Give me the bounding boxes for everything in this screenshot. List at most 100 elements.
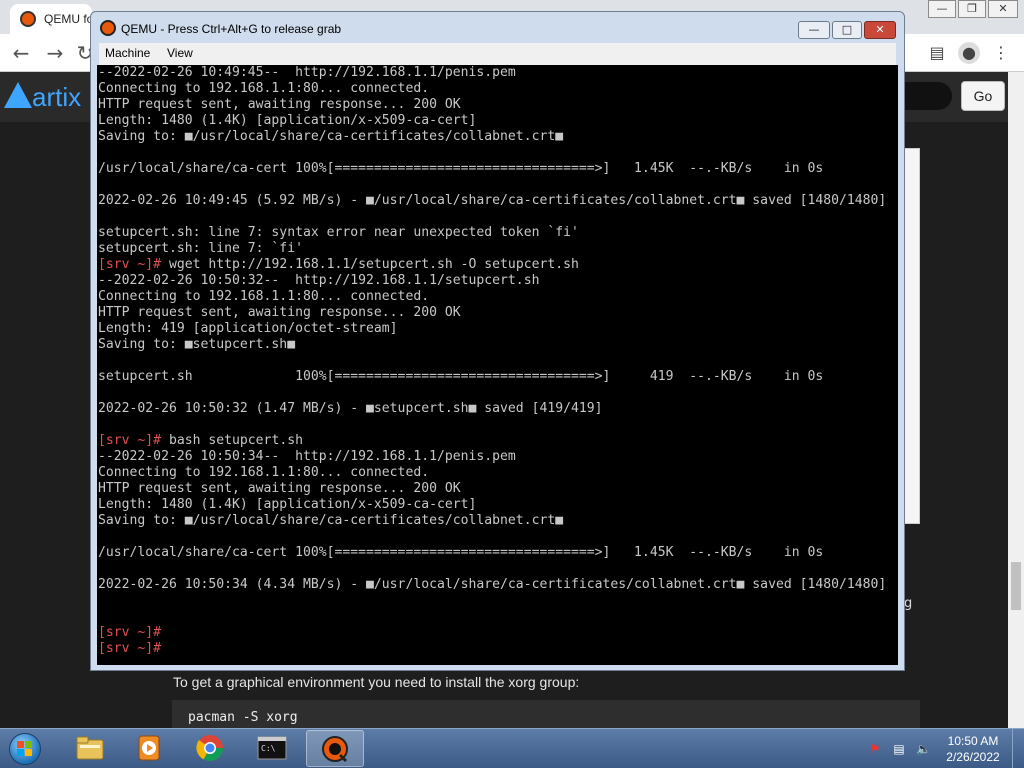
qemu-menubar: Machine View	[99, 43, 896, 65]
terminal-line: /usr/local/share/ca-cert 100%[==========…	[98, 161, 898, 177]
shell-prompt: [srv ~]#	[98, 641, 162, 656]
qemu-window: QEMU - Press Ctrl+Alt+G to release grab …	[90, 11, 905, 671]
terminal-line: --2022-02-26 10:49:45-- http://192.168.1…	[98, 65, 898, 81]
forward-arrow-icon[interactable]: →	[42, 40, 68, 66]
side-text: g	[904, 596, 913, 611]
taskbar-clock[interactable]: 10:50 AM 2/26/2022	[941, 733, 1005, 765]
terminal-line: [srv ~]# wget http://192.168.1.1/setupce…	[98, 257, 898, 273]
terminal-text: setupcert.sh: line 7: `fi'	[98, 241, 303, 256]
terminal-text: HTTP request sent, awaiting response... …	[98, 481, 461, 496]
terminal-text: setupcert.sh 100%[======================…	[98, 369, 824, 384]
taskbar: C:\ ⚑ ▤ 🔈 10:50 AM 2/26/2022	[0, 728, 1024, 768]
taskbar-explorer[interactable]	[62, 730, 120, 767]
go-button[interactable]: Go	[961, 81, 1005, 111]
kebab-menu-icon[interactable]: ⋮	[990, 42, 1012, 64]
qemu-icon	[322, 736, 348, 763]
site-logo[interactable]: artix	[32, 82, 81, 113]
vm-display[interactable]: --2022-02-26 10:49:45-- http://192.168.1…	[97, 65, 898, 665]
windows-flag-icon	[17, 741, 33, 757]
terminal-text: Length: 419 [application/octet-stream]	[98, 321, 398, 336]
terminal-text: Length: 1480 (1.4K) [application/x-x509-…	[98, 497, 477, 512]
terminal-line: Length: 419 [application/octet-stream]	[98, 321, 898, 337]
terminal-text: 2022-02-26 10:49:45 (5.92 MB/s) - ■/usr/…	[98, 193, 887, 208]
browser-close-button[interactable]: ✕	[988, 0, 1018, 18]
terminal-text: Connecting to 192.168.1.1:80... connecte…	[98, 289, 430, 304]
sidebar-toggle-icon[interactable]: ▤	[926, 42, 948, 64]
terminal-line: --2022-02-26 10:50:34-- http://192.168.1…	[98, 449, 898, 465]
shell-prompt: [srv ~]#	[98, 625, 162, 640]
terminal-line: 2022-02-26 10:50:34 (4.34 MB/s) - ■/usr/…	[98, 577, 898, 593]
artix-logo-icon[interactable]	[4, 82, 32, 108]
terminal-line: Saving to: ■/usr/local/share/ca-certific…	[98, 129, 898, 145]
terminal-line: Saving to: ■setupcert.sh■	[98, 337, 898, 353]
terminal-text: bash setupcert.sh	[161, 433, 303, 448]
command-prompt-icon: C:\	[257, 736, 287, 760]
shell-prompt: [srv ~]#	[98, 257, 162, 272]
taskbar-cmd[interactable]: C:\	[244, 730, 302, 767]
terminal-text: 2022-02-26 10:50:34 (4.34 MB/s) - ■/usr/…	[98, 577, 887, 592]
action-center-flag-icon[interactable]: ⚑	[868, 742, 882, 756]
browser-minimize-button[interactable]: —	[928, 0, 956, 18]
volume-icon[interactable]: 🔈	[916, 742, 931, 756]
browser-tab-title: QEMU fo	[44, 12, 92, 26]
terminal-text: 2022-02-26 10:50:32 (1.47 MB/s) - ■setup…	[98, 401, 603, 416]
site-search-input[interactable]	[904, 82, 952, 110]
terminal-line: /usr/local/share/ca-cert 100%[==========…	[98, 545, 898, 561]
browser-restore-button[interactable]: ❐	[958, 0, 986, 18]
side-panel	[904, 148, 920, 524]
show-desktop-button[interactable]	[1012, 729, 1024, 768]
taskbar-chrome[interactable]	[182, 730, 240, 767]
terminal-text: --2022-02-26 10:50:32-- http://192.168.1…	[98, 273, 540, 288]
chrome-icon	[196, 735, 224, 762]
terminal-text: /usr/local/share/ca-cert 100%[==========…	[98, 545, 824, 560]
terminal-text: HTTP request sent, awaiting response... …	[98, 305, 461, 320]
qemu-app-icon	[100, 20, 116, 36]
terminal-text: Length: 1480 (1.4K) [application/x-x509-…	[98, 113, 477, 128]
svg-text:C:\: C:\	[261, 744, 276, 753]
terminal-text: Saving to: ■/usr/local/share/ca-certific…	[98, 129, 564, 144]
menu-view[interactable]: View	[167, 46, 193, 60]
taskbar-qemu[interactable]	[306, 730, 364, 767]
media-player-icon	[138, 735, 160, 761]
terminal-line: Connecting to 192.168.1.1:80... connecte…	[98, 465, 898, 481]
terminal-line: HTTP request sent, awaiting response... …	[98, 481, 898, 497]
taskbar-media-player[interactable]	[122, 730, 180, 767]
start-button[interactable]	[2, 730, 48, 768]
terminal-line: Connecting to 192.168.1.1:80... connecte…	[98, 81, 898, 97]
clock-time: 10:50 AM	[947, 734, 999, 748]
back-arrow-icon[interactable]: ←	[8, 40, 34, 66]
terminal-line: HTTP request sent, awaiting response... …	[98, 305, 898, 321]
terminal-text: Connecting to 192.168.1.1:80... connecte…	[98, 465, 430, 480]
folder-icon	[76, 736, 104, 760]
terminal-line: [srv ~]#	[98, 625, 898, 641]
terminal-line: Connecting to 192.168.1.1:80... connecte…	[98, 289, 898, 305]
terminal-text: wget http://192.168.1.1/setupcert.sh -O …	[161, 257, 579, 272]
qemu-maximize-button[interactable]: □	[832, 21, 862, 39]
page-scroll-thumb[interactable]	[1011, 562, 1021, 610]
qemu-close-button[interactable]: ✕	[864, 21, 896, 39]
page-paragraph: To get a graphical environment you need …	[173, 674, 580, 690]
terminal-line: Length: 1480 (1.4K) [application/x-x509-…	[98, 113, 898, 129]
qemu-minimize-button[interactable]: —	[798, 21, 830, 39]
terminal-line: Length: 1480 (1.4K) [application/x-x509-…	[98, 497, 898, 513]
page-scrollbar[interactable]	[1008, 72, 1024, 728]
qemu-titlebar[interactable]: QEMU - Press Ctrl+Alt+G to release grab …	[91, 12, 904, 42]
network-icon[interactable]: ▤	[892, 742, 906, 756]
clock-date: 2/26/2022	[946, 750, 1000, 764]
terminal-line: 2022-02-26 10:50:32 (1.47 MB/s) - ■setup…	[98, 401, 898, 417]
code-block: pacman -S xorg	[172, 700, 920, 730]
terminal-line: setupcert.sh 100%[======================…	[98, 369, 898, 385]
terminal-line: [srv ~]# bash setupcert.sh	[98, 433, 898, 449]
menu-machine[interactable]: Machine	[105, 46, 150, 60]
terminal-text: HTTP request sent, awaiting response... …	[98, 97, 461, 112]
profile-avatar-icon[interactable]: ●	[958, 42, 980, 64]
browser-tab[interactable]: QEMU fo	[10, 4, 92, 34]
